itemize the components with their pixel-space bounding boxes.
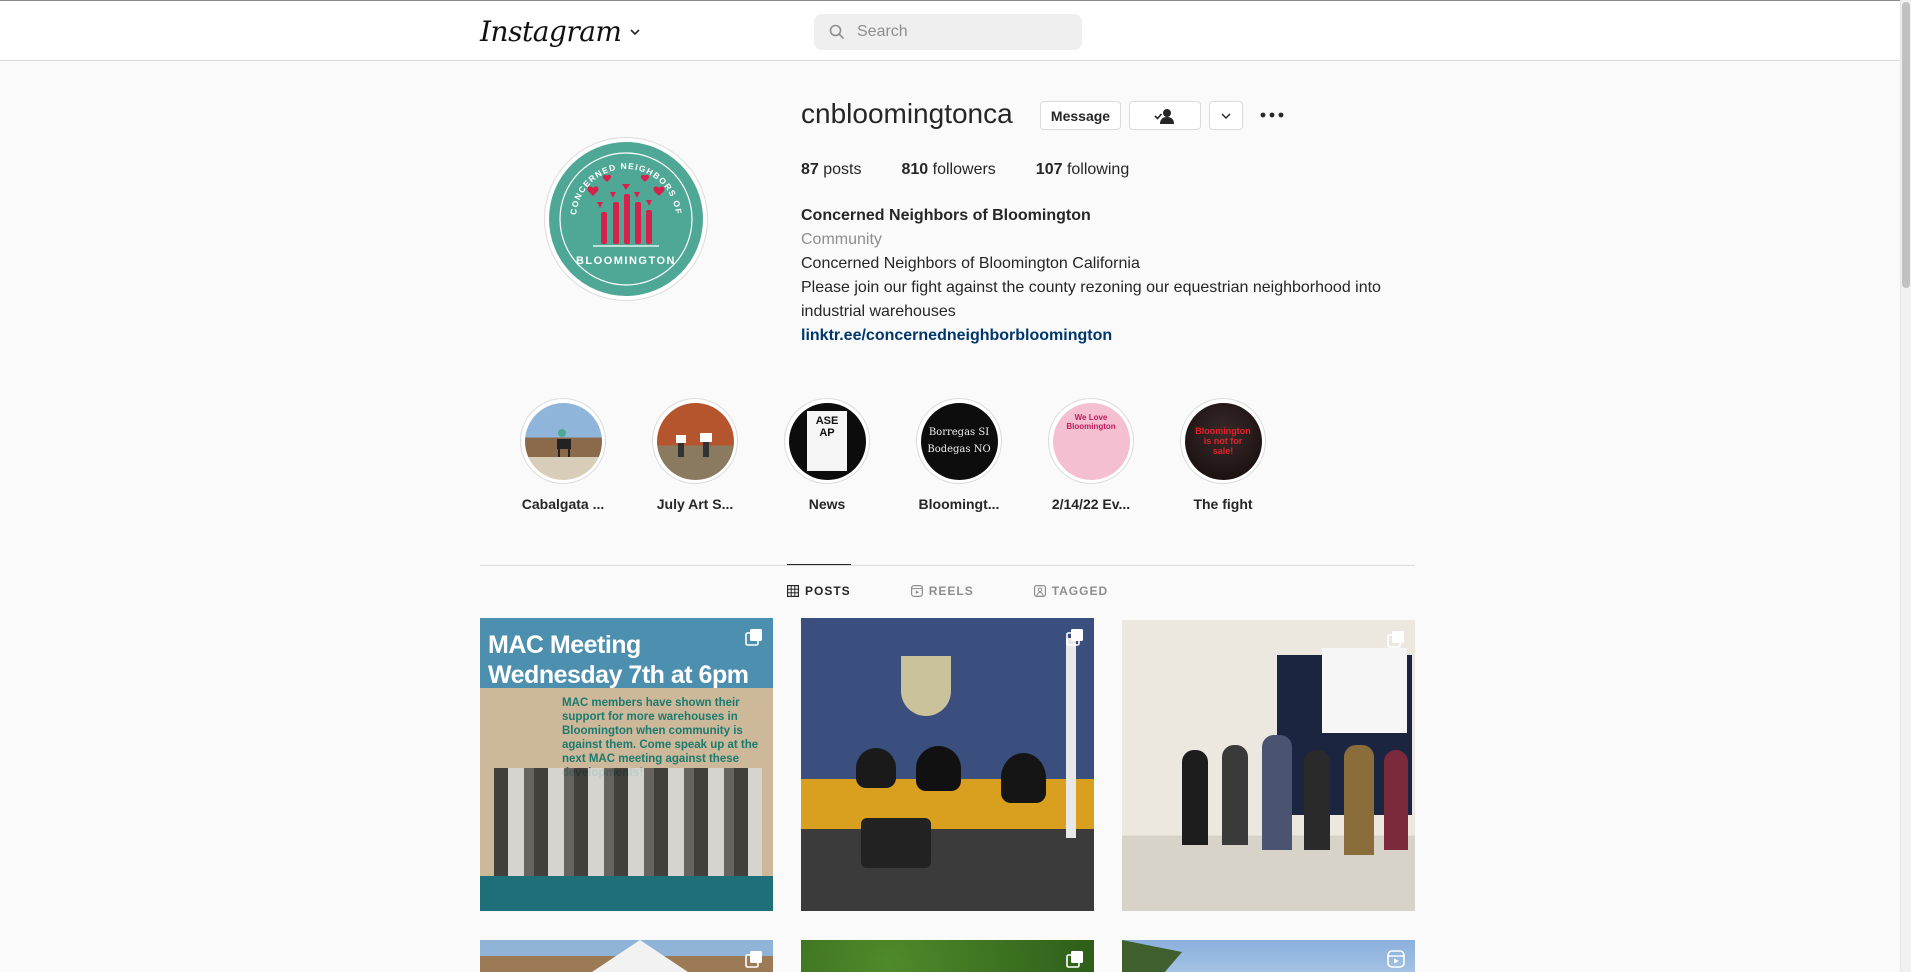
- bio-link[interactable]: linktr.ee/concernedneighborbloomington: [801, 324, 1401, 348]
- post-thumbnail[interactable]: [1122, 620, 1415, 911]
- scrollbar-thumb[interactable]: [1902, 2, 1910, 288]
- highlight-cover: ASE AP: [788, 402, 866, 480]
- highlight-cover: We Love Bloomington: [1052, 402, 1130, 480]
- page-scrollbar[interactable]: [1900, 0, 1911, 972]
- profile-avatar[interactable]: CONCERNED NEIGHBORS OF BLOOMINGTON: [544, 137, 708, 301]
- profile-stats: 87 posts 810 followers 107 following: [801, 161, 1129, 179]
- posts-stat: 87 posts: [801, 161, 862, 178]
- people-with-signs-image: [676, 433, 712, 457]
- highlight-ring: [520, 398, 606, 484]
- concerned-neighbors-logo: CONCERNED NEIGHBORS OF BLOOMINGTON: [549, 142, 703, 296]
- highlight-ring: We Love Bloomington: [1048, 398, 1134, 484]
- chevron-down-icon: [1221, 113, 1231, 119]
- more-options-button[interactable]: [1258, 103, 1286, 127]
- tab-reels[interactable]: REELS: [910, 564, 974, 616]
- flyer-crowd-photo: [494, 768, 762, 886]
- person-silhouette: [1222, 745, 1248, 845]
- projector-screen: [1322, 648, 1407, 733]
- person-silhouette: [1182, 750, 1208, 845]
- profile-bio: Concerned Neighbors of Bloomington Commu…: [801, 204, 1401, 348]
- person-silhouette: [1344, 745, 1374, 855]
- highlight-cover: Borregas SI Bodegas NO: [920, 402, 998, 480]
- post-thumbnail[interactable]: [801, 940, 1094, 972]
- carousel-icon: [745, 951, 762, 968]
- carousel-icon: [1066, 629, 1083, 646]
- flyer-title: MAC Meeting Wednesday 7th at 6pm: [488, 631, 749, 689]
- highlight-cover: Bloomington is not for sale!: [1184, 402, 1262, 480]
- highlight-label: Cabalgata ...: [521, 496, 605, 512]
- news-clipping-image: ASE AP: [807, 411, 847, 471]
- bio-name: Concerned Neighbors of Bloomington: [801, 207, 1091, 224]
- highlight-item[interactable]: July Art S...: [652, 398, 738, 512]
- highlight-item[interactable]: Cabalgata ...: [520, 398, 606, 512]
- tab-tagged[interactable]: TAGGED: [1033, 564, 1108, 616]
- carousel-icon: [745, 629, 762, 646]
- highlight-ring: Borregas SI Bodegas NO: [916, 398, 1002, 484]
- highlight-ring: ASE AP: [784, 398, 870, 484]
- palm-tree-image: [1122, 940, 1182, 972]
- message-button[interactable]: Message: [1040, 101, 1121, 130]
- person-silhouette: [1304, 750, 1330, 850]
- post-thumbnail[interactable]: [480, 940, 773, 972]
- person-silhouette: [1001, 753, 1046, 803]
- highlight-ring: Bloomington is not for sale!: [1180, 398, 1266, 484]
- tab-posts[interactable]: POSTS: [787, 564, 851, 616]
- carousel-icon: [1387, 631, 1404, 648]
- highlight-cover: [524, 402, 602, 480]
- more-horizontal-icon: [1260, 112, 1284, 118]
- highlight-cover: [656, 402, 734, 480]
- top-navigation-bar: Instagram: [0, 0, 1900, 61]
- highlight-item[interactable]: ASE AP News: [784, 398, 870, 512]
- person-silhouette: [1262, 735, 1292, 850]
- highlight-item[interactable]: We Love Bloomington 2/14/22 Ev...: [1048, 398, 1134, 512]
- highlight-label: July Art S...: [656, 496, 734, 512]
- profile-username: cnbloomingtonca: [801, 98, 1013, 129]
- tent-image: [580, 940, 700, 972]
- following-stat[interactable]: 107 following: [1036, 161, 1129, 179]
- person-silhouette: [856, 748, 896, 788]
- post-thumbnail[interactable]: [1122, 940, 1415, 972]
- search-input[interactable]: [857, 23, 1067, 41]
- following-button[interactable]: [1129, 101, 1201, 130]
- highlight-item[interactable]: Bloomington is not for sale! The fight: [1180, 398, 1266, 512]
- carousel-icon: [1066, 951, 1083, 968]
- followers-stat[interactable]: 810 followers: [902, 161, 996, 179]
- bio-line: Concerned Neighbors of Bloomington Calif…: [801, 255, 1140, 272]
- svg-text:BLOOMINGTON: BLOOMINGTON: [576, 255, 676, 267]
- highlight-label: News: [808, 496, 846, 512]
- grid-icon: [787, 584, 799, 597]
- person-silhouette: [861, 818, 931, 868]
- profile-tabs: POSTS REELS TAGGED: [787, 564, 1108, 616]
- chevron-down-icon: [630, 28, 641, 35]
- person-silhouette: [1384, 750, 1408, 850]
- bio-category: Community: [801, 231, 882, 248]
- user-check-icon: [1154, 108, 1174, 124]
- logo-text: Instagram: [480, 15, 622, 48]
- post-thumbnail[interactable]: [801, 618, 1094, 911]
- highlight-label: Bloomingt...: [918, 496, 1000, 512]
- reels-icon: [910, 584, 923, 597]
- person-silhouette: [916, 746, 961, 791]
- county-seal-image: [901, 656, 951, 716]
- instagram-logo[interactable]: Instagram: [480, 15, 641, 48]
- horse-rider-image: [557, 429, 571, 457]
- post-thumbnail[interactable]: MAC Meeting Wednesday 7th at 6pm MAC mem…: [480, 618, 773, 911]
- search-icon: [829, 24, 845, 40]
- story-highlights: Cabalgata ... July Art S... ASE AP News …: [520, 398, 1266, 512]
- flag-image: [1066, 638, 1076, 838]
- tagged-icon: [1033, 584, 1046, 597]
- highlight-label: The fight: [1193, 496, 1253, 512]
- reel-icon: [1387, 950, 1405, 968]
- flyer-footer-band: [480, 876, 773, 911]
- highlight-label: 2/14/22 Ev...: [1051, 496, 1131, 512]
- highlight-ring: [652, 398, 738, 484]
- suggested-accounts-button[interactable]: [1209, 101, 1243, 130]
- bio-line: Please join our fight against the county…: [801, 279, 1381, 320]
- search-box[interactable]: [814, 14, 1082, 50]
- avatar-image: CONCERNED NEIGHBORS OF BLOOMINGTON: [549, 142, 703, 296]
- highlight-item[interactable]: Borregas SI Bodegas NO Bloomingt...: [916, 398, 1002, 512]
